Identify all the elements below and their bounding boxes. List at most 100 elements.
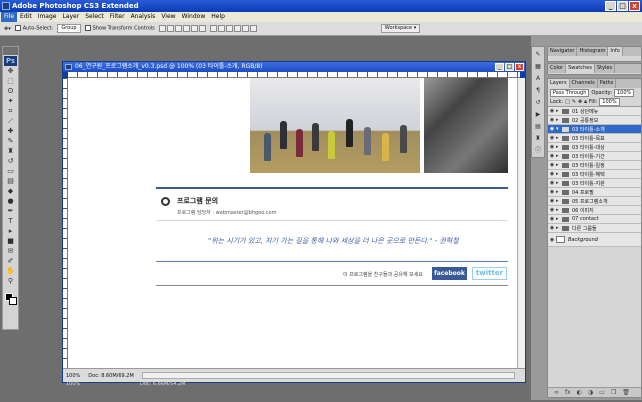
brushes-panel-icon[interactable]: ✎ bbox=[533, 51, 543, 59]
tab-channels[interactable]: Channels bbox=[570, 79, 598, 88]
visibility-eye-icon[interactable]: ◉ bbox=[548, 237, 556, 243]
background-layer-row[interactable]: ◉ Background bbox=[548, 233, 641, 247]
visibility-eye-icon[interactable]: ◉ bbox=[548, 207, 556, 213]
blend-mode-dropdown[interactable]: Pass Through bbox=[550, 89, 590, 97]
layer-row[interactable]: ◉ ▸ 03 타이틀-일정 bbox=[548, 161, 641, 170]
menu-view[interactable]: View bbox=[158, 12, 178, 22]
layer-row[interactable]: ◉ ▸ 07 contact bbox=[548, 215, 641, 224]
layer-row[interactable]: ◉ ▸ 05 프로그램소개 bbox=[548, 197, 641, 206]
new-group-icon[interactable]: ▭ bbox=[599, 389, 605, 396]
minimize-button[interactable]: _ bbox=[605, 1, 616, 11]
distribute-vcenter-button[interactable] bbox=[217, 25, 225, 32]
zoom-tool-icon[interactable]: ⚲ bbox=[4, 277, 17, 286]
shape-tool-icon[interactable]: ■ bbox=[4, 237, 17, 246]
layer-row[interactable]: ◉ ▸ 03 타이틀-기간 bbox=[548, 152, 641, 161]
align-left-button[interactable] bbox=[182, 25, 190, 32]
fill-input[interactable]: 100% bbox=[599, 98, 620, 106]
visibility-eye-icon[interactable]: ◉ bbox=[548, 108, 556, 114]
notes-tool-icon[interactable]: ✉ bbox=[4, 247, 17, 256]
lock-transparency-icon[interactable]: □ bbox=[565, 99, 570, 105]
visibility-eye-icon[interactable]: ◉ bbox=[548, 153, 556, 159]
delete-layer-icon[interactable]: 🗑︎ bbox=[622, 389, 630, 396]
move-tool-icon[interactable]: ✥▾ bbox=[4, 26, 11, 32]
workspace-button[interactable]: Workspace ▾ bbox=[380, 24, 421, 33]
crop-tool-icon[interactable]: ⌗ bbox=[4, 107, 17, 116]
menu-analysis[interactable]: Analysis bbox=[128, 12, 159, 22]
tab-histogram[interactable]: Histogram bbox=[577, 47, 609, 56]
tab-paths[interactable]: Paths bbox=[598, 79, 617, 88]
lock-position-icon[interactable]: ✥ bbox=[578, 99, 582, 105]
lasso-tool-icon[interactable]: ʘ bbox=[4, 87, 17, 96]
facebook-button[interactable]: facebook bbox=[432, 267, 467, 280]
character-panel-icon[interactable]: A bbox=[533, 75, 543, 83]
layer-row[interactable]: ◉ ▸ 03 타이틀-지원 bbox=[548, 179, 641, 188]
document-title-bar[interactable]: 06_연구원_프로그램소개_v0.3.psd @ 100% (03 타이틀-소개… bbox=[63, 62, 525, 72]
visibility-eye-icon[interactable]: ◉ bbox=[548, 135, 556, 141]
canvas[interactable]: 프로그램 문의 프로그램 담당자 : webmaster@bhgoo.com "… bbox=[68, 78, 517, 368]
paragraph-panel-icon[interactable]: ¶ bbox=[533, 87, 543, 95]
doc-maximize-button[interactable]: □ bbox=[505, 63, 514, 71]
layer-row[interactable]: ◉ ▸ 다른 그룹들 bbox=[548, 224, 641, 233]
menu-select[interactable]: Select bbox=[82, 12, 107, 22]
visibility-eye-icon[interactable]: ◉ bbox=[548, 126, 556, 132]
distribute-top-button[interactable] bbox=[209, 25, 217, 32]
adjustment-layer-icon[interactable]: ◑ bbox=[588, 389, 593, 396]
move-tool-icon[interactable]: ✥ bbox=[4, 67, 17, 76]
layer-row-selected[interactable]: ◉ ▾ 03 타이틀-소개 bbox=[548, 125, 641, 134]
menu-window[interactable]: Window bbox=[179, 12, 209, 22]
clone-stamp-icon[interactable]: ♜ bbox=[4, 147, 17, 156]
eyedropper-icon[interactable]: ✐ bbox=[4, 257, 17, 266]
opacity-input[interactable]: 100% bbox=[613, 89, 635, 97]
visibility-eye-icon[interactable]: ◉ bbox=[548, 144, 556, 150]
zoom-level[interactable]: 100% bbox=[66, 373, 80, 379]
dodge-tool-icon[interactable]: ● bbox=[4, 197, 17, 206]
vertical-scrollbar[interactable] bbox=[517, 78, 525, 368]
blur-tool-icon[interactable]: ◆ bbox=[4, 187, 17, 196]
new-layer-icon[interactable]: ❐ bbox=[611, 389, 616, 396]
align-top-button[interactable] bbox=[158, 25, 166, 32]
info-panel-icon[interactable]: ⓘ bbox=[533, 147, 543, 155]
toolbox-header[interactable] bbox=[3, 47, 18, 55]
distribute-right-button[interactable] bbox=[249, 25, 257, 32]
layer-comps-icon[interactable]: ▤ bbox=[533, 123, 543, 131]
menu-layer[interactable]: Layer bbox=[59, 12, 82, 22]
eraser-tool-icon[interactable]: ▭ bbox=[4, 167, 17, 176]
path-select-icon[interactable]: ▸ bbox=[4, 227, 17, 236]
maximize-button[interactable]: □ bbox=[617, 1, 628, 11]
doc-size[interactable]: Doc: 8.60M/69.2M bbox=[88, 373, 134, 379]
magic-wand-icon[interactable]: ✦ bbox=[4, 97, 17, 106]
history-panel-icon[interactable]: ↺ bbox=[533, 99, 543, 107]
distribute-bottom-button[interactable] bbox=[225, 25, 233, 32]
layer-style-icon[interactable]: fx bbox=[565, 389, 571, 396]
auto-select-checkbox[interactable]: Auto-Select: bbox=[14, 25, 53, 32]
tab-swatches[interactable]: Swatches bbox=[566, 64, 595, 73]
actions-panel-icon[interactable]: ▶ bbox=[533, 111, 543, 119]
type-tool-icon[interactable]: T bbox=[4, 217, 17, 226]
distribute-left-button[interactable] bbox=[233, 25, 241, 32]
slice-tool-icon[interactable]: ⟋ bbox=[4, 117, 17, 126]
visibility-eye-icon[interactable]: ◉ bbox=[548, 180, 556, 186]
tab-color[interactable]: Color bbox=[548, 64, 567, 73]
layer-row[interactable]: ◉ ▸ 03 타이틀-목표 bbox=[548, 134, 641, 143]
horizontal-scrollbar[interactable] bbox=[141, 372, 515, 379]
auto-select-dropdown[interactable]: Group bbox=[57, 24, 81, 33]
doc-minimize-button[interactable]: _ bbox=[495, 63, 504, 71]
visibility-eye-icon[interactable]: ◉ bbox=[548, 171, 556, 177]
layer-row[interactable]: ◉ ▸ 02 공통정보 bbox=[548, 116, 641, 125]
tab-styles[interactable]: Styles bbox=[595, 64, 616, 73]
visibility-eye-icon[interactable]: ◉ bbox=[548, 225, 556, 231]
tab-navigator[interactable]: Navigator bbox=[548, 47, 578, 56]
visibility-eye-icon[interactable]: ◉ bbox=[548, 189, 556, 195]
visibility-eye-icon[interactable]: ◉ bbox=[548, 117, 556, 123]
link-layers-icon[interactable]: ∞ bbox=[554, 389, 559, 396]
show-transform-checkbox[interactable]: Show Transform Controls bbox=[84, 25, 155, 32]
close-button[interactable]: x bbox=[629, 1, 640, 11]
doc-close-button[interactable]: x bbox=[515, 63, 524, 71]
hand-tool-icon[interactable]: ✋ bbox=[4, 267, 17, 276]
menu-image[interactable]: Image bbox=[35, 12, 60, 22]
visibility-eye-icon[interactable]: ◉ bbox=[548, 216, 556, 222]
twitter-button[interactable]: twitter bbox=[472, 267, 507, 280]
gradient-tool-icon[interactable]: ▤ bbox=[4, 177, 17, 186]
layer-row[interactable]: ◉ ▸ 06 이미지 bbox=[548, 206, 641, 215]
background-color-swatch[interactable] bbox=[9, 297, 17, 305]
